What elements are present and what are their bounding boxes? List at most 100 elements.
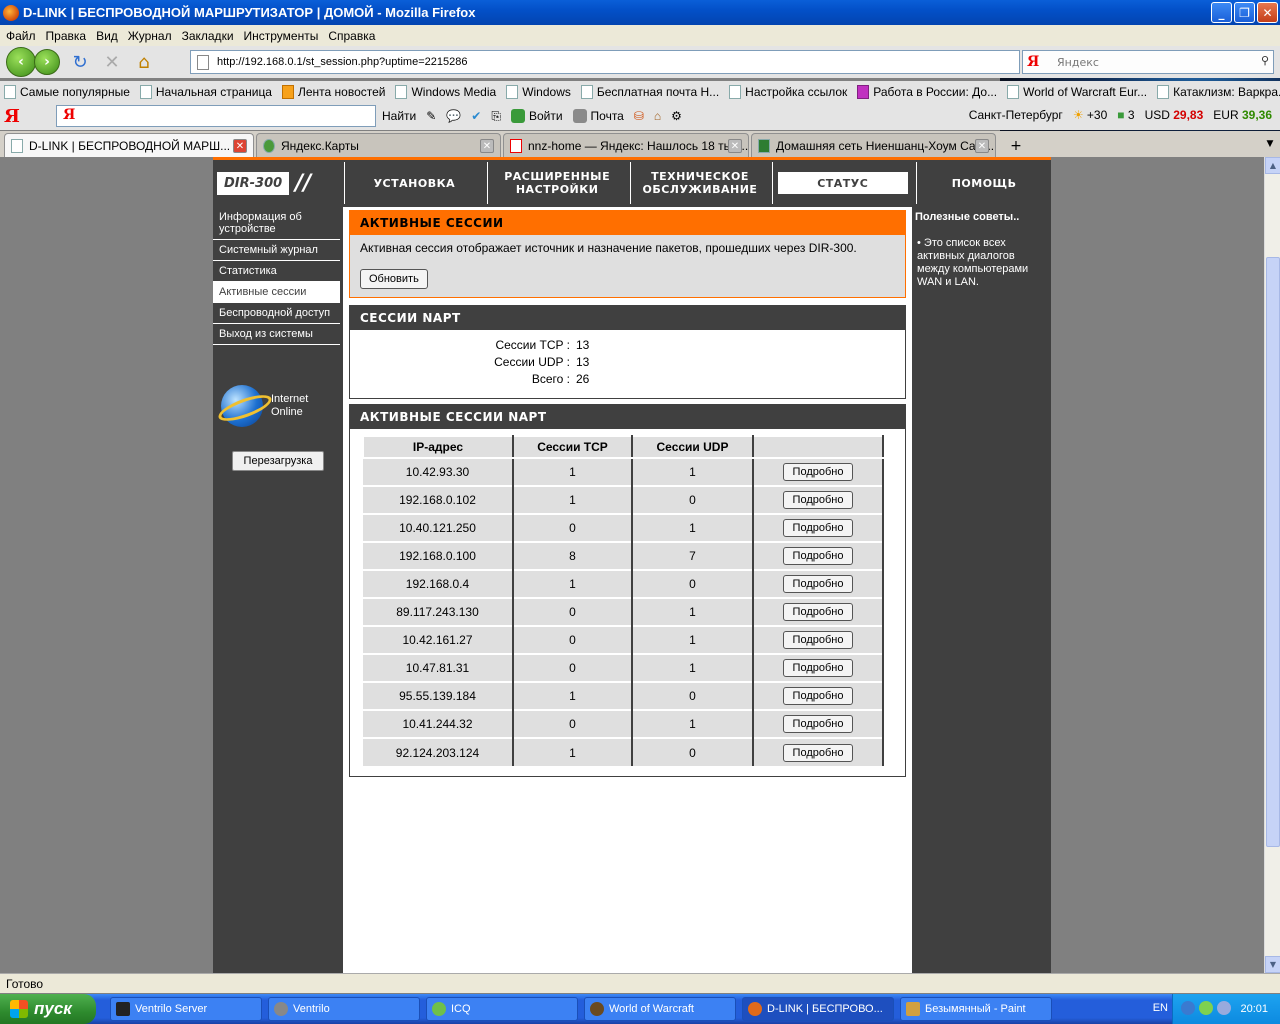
search-bar[interactable]: Я Яндекс ⚲ [1022, 50, 1274, 74]
tab-yandex-maps[interactable]: Яндекс.Карты ✕ [256, 133, 501, 157]
task-icq[interactable]: ICQ [426, 997, 578, 1021]
menu-help[interactable]: Справка [324, 29, 379, 43]
details-button[interactable]: Подробно [782, 491, 854, 509]
tab-list-icon[interactable]: ▼ [1262, 135, 1278, 153]
task-ventrilo-server[interactable]: Ventrilo Server [110, 997, 262, 1021]
bookmark-item[interactable]: Бесплатная почта Н... [580, 84, 720, 99]
tab-bar: D-LINK | БЕСПРОВОДНОЙ МАРШ... ✕ Яндекс.К… [0, 131, 1280, 157]
scroll-up-icon[interactable]: ▲ [1265, 157, 1280, 174]
details-button[interactable]: Подробно [782, 743, 854, 762]
gear-icon[interactable]: ⚙ [671, 109, 682, 123]
city-label[interactable]: Санкт-Петербург [969, 108, 1063, 122]
ip-cell: 192.168.0.4 [363, 569, 514, 598]
menu-file[interactable]: Файл [2, 29, 40, 43]
tray-arrow-icon[interactable] [1181, 1001, 1195, 1015]
details-button[interactable]: Подробно [782, 547, 854, 565]
tab-help[interactable]: ПОМОЩЬ [916, 162, 1052, 204]
home-icon[interactable]: ⌂ [132, 50, 156, 74]
scroll-down-icon[interactable]: ▼ [1265, 956, 1280, 973]
internet-globe-icon [221, 385, 263, 427]
bag-icon[interactable]: ⛁ [634, 109, 644, 123]
router-header: DIR-300 // УСТАНОВКА РАСШИРЕННЫЕ НАСТРОЙ… [213, 162, 1052, 204]
usd-rate[interactable]: USD 29,83 [1145, 108, 1204, 122]
sidebar-item-logout[interactable]: Выход из системы [213, 324, 340, 345]
forward-button[interactable]: › [34, 49, 60, 75]
start-button[interactable]: пуск [0, 994, 96, 1024]
login-button[interactable]: Войти [510, 109, 563, 123]
bookmark-item[interactable]: Windows Media [395, 84, 496, 99]
menu-edit[interactable]: Правка [42, 29, 91, 43]
bookmark-item[interactable]: Настройка ссылок [729, 84, 847, 99]
check-icon[interactable]: ✔ [471, 109, 481, 123]
back-button[interactable]: ‹ [6, 47, 36, 77]
yandex-find-button[interactable]: Найти [382, 109, 416, 123]
scroll-thumb[interactable] [1266, 257, 1280, 847]
eur-rate[interactable]: EUR 39,36 [1213, 108, 1272, 122]
bookmark-item[interactable]: World of Warcraft Eur... [1007, 84, 1147, 99]
tab-advanced[interactable]: РАСШИРЕННЫЕ НАСТРОЙКИ [486, 162, 627, 204]
task-ventrilo[interactable]: Ventrilo [268, 997, 420, 1021]
menu-tools[interactable]: Инструменты [240, 29, 323, 43]
action-cell: Подробно [753, 541, 884, 570]
tab-dlink[interactable]: D-LINK | БЕСПРОВОДНОЙ МАРШ... ✕ [4, 133, 254, 157]
translate-icon[interactable]: ⎘ [491, 109, 501, 124]
close-tab-icon[interactable]: ✕ [480, 139, 494, 153]
tab-status[interactable]: СТАТУС [772, 162, 913, 204]
tab-yandex-search[interactable]: nnz-home — Яндекс: Нашлось 18 тыс... ✕ [503, 133, 749, 157]
close-tab-icon[interactable]: ✕ [233, 139, 247, 153]
bookmark-item[interactable]: Работа в России: До... [857, 84, 997, 99]
bookmark-item[interactable]: Катаклизм: Варкра... [1157, 84, 1280, 99]
menu-bookmarks[interactable]: Закладки [178, 29, 238, 43]
menu-view[interactable]: Вид [92, 29, 122, 43]
weather-temp[interactable]: ☀ +30 [1073, 108, 1107, 122]
stop-icon[interactable]: ✕ [100, 50, 124, 74]
maximize-button[interactable]: ❐ [1234, 2, 1255, 23]
bookmark-item[interactable]: Самые популярные [4, 84, 130, 99]
close-button[interactable]: ✕ [1257, 2, 1278, 23]
new-tab-button[interactable]: + [1002, 135, 1030, 157]
chat-icon[interactable]: 💬 [446, 109, 461, 123]
details-button[interactable]: Подробно [782, 463, 854, 481]
yandex-search-input[interactable] [56, 105, 376, 127]
task-paint[interactable]: Безымянный - Paint [900, 997, 1052, 1021]
refresh-button[interactable]: Обновить [360, 269, 428, 289]
bookmark-item[interactable]: Начальная страница [139, 84, 272, 99]
sidebar-item-active-sessions[interactable]: Активные сессии [213, 282, 340, 303]
tab-maintenance[interactable]: ТЕХНИЧЕСКОЕ ОБСЛУЖИВАНИЕ [629, 162, 770, 204]
house-icon[interactable]: ⌂ [654, 109, 661, 123]
reboot-button[interactable]: Перезагрузка [232, 451, 324, 471]
details-button[interactable]: Подробно [782, 631, 854, 649]
details-button[interactable]: Подробно [782, 575, 854, 593]
udp-cell: 1 [632, 625, 754, 654]
vertical-scrollbar[interactable]: ▲ ▼ [1264, 157, 1280, 973]
mail-button[interactable]: Почта [572, 109, 624, 123]
bookmark-item[interactable]: Лента новостей [281, 84, 385, 99]
reload-icon[interactable]: ↻ [68, 50, 92, 74]
sidebar-item-device-info[interactable]: Информация об устройстве [213, 207, 340, 240]
traffic-count[interactable]: ■ 3 [1117, 108, 1134, 122]
icq-tray-icon[interactable] [1199, 1001, 1213, 1015]
close-tab-icon[interactable]: ✕ [728, 139, 742, 153]
url-bar[interactable]: http://192.168.0.1/st_session.php?uptime… [190, 50, 1020, 74]
tab-home-network[interactable]: Домашняя сеть Ниеншанц-Хоум Санк... ✕ [751, 133, 996, 157]
pen-icon[interactable]: ✎ [426, 109, 436, 123]
menu-history[interactable]: Журнал [124, 29, 176, 43]
sidebar-item-wireless[interactable]: Беспроводной доступ [213, 303, 340, 324]
network-tray-icon[interactable] [1217, 1001, 1231, 1015]
language-indicator[interactable]: EN [1153, 1002, 1168, 1014]
sidebar-item-syslog[interactable]: Системный журнал [213, 240, 340, 261]
bookmark-label: Бесплатная почта Н... [596, 84, 720, 99]
close-tab-icon[interactable]: ✕ [975, 139, 989, 153]
task-world-of-warcraft[interactable]: World of Warcraft [584, 997, 736, 1021]
sidebar-item-statistics[interactable]: Статистика [213, 261, 340, 282]
bookmark-item[interactable]: Windows [506, 84, 571, 99]
details-button[interactable]: Подробно [782, 603, 854, 621]
tab-setup[interactable]: УСТАНОВКА [343, 162, 484, 204]
details-button[interactable]: Подробно [782, 519, 854, 537]
details-button[interactable]: Подробно [782, 715, 854, 733]
minimize-button[interactable]: _ [1211, 2, 1232, 23]
details-button[interactable]: Подробно [782, 659, 854, 677]
details-button[interactable]: Подробно [782, 687, 854, 705]
task-firefox[interactable]: D-LINK | БЕСПРОВО... [742, 997, 894, 1021]
search-icon[interactable]: ⚲ [1261, 54, 1269, 67]
